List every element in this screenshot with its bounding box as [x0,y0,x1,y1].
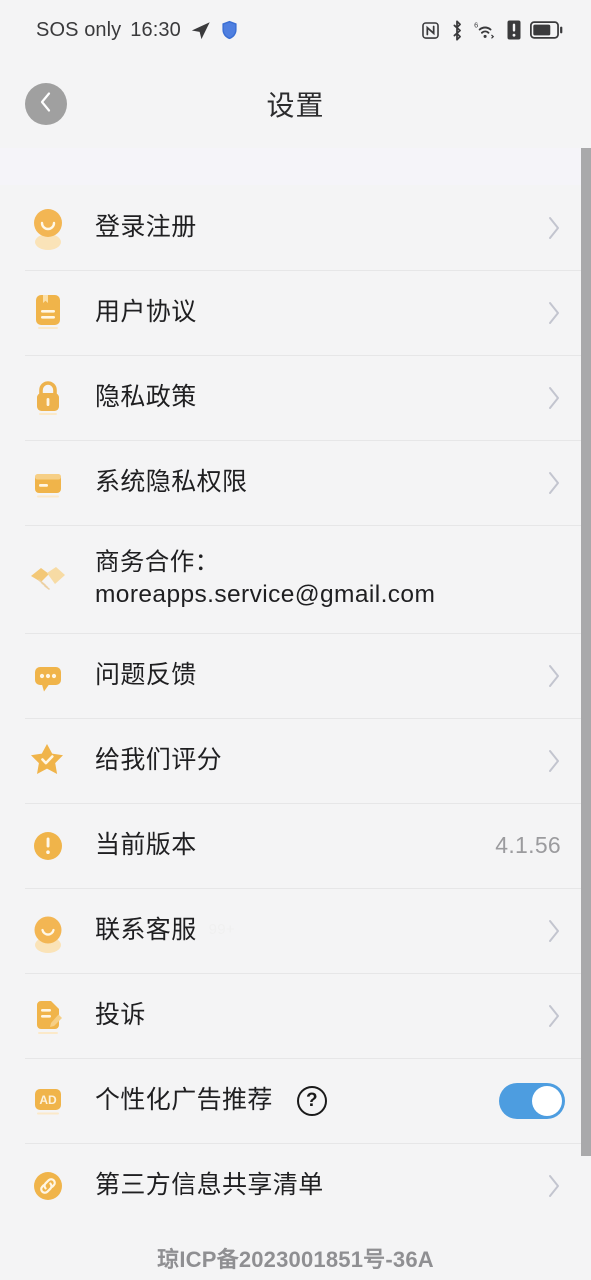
handshake-icon [25,556,71,602]
ad-icon: AD [25,1078,71,1124]
list-item-label: 第三方信息共享清单 [95,1171,324,1199]
page-title: 设置 [266,90,325,121]
battery-icon [530,21,563,39]
list-item-feedback[interactable]: 问题反馈 [0,633,591,718]
list-item-label: 商务合作：moreapps.service@gmail.com [95,548,436,608]
nfc-icon [421,21,440,40]
chat-bubble-icon [25,653,71,699]
list-item-label: 问题反馈 [95,661,197,689]
avatar-icon [25,205,71,251]
chevron-right-icon [543,1003,565,1029]
list-item-third-party-sharing[interactable]: 第三方信息共享清单 [0,1143,591,1228]
list-item-contact-support[interactable]: 联系客服 99+ [0,888,591,973]
list-item-label: 用户协议 [95,298,197,326]
chevron-right-icon [543,300,565,326]
list-item-label: 投诉 [95,1001,146,1029]
list-item-label: 系统隐私权限 [95,468,248,496]
document-book-icon [25,290,71,336]
chevron-right-icon [543,1173,565,1199]
carrier-label: SOS only [36,18,122,41]
list-item-text: 联系客服 [95,916,197,944]
chevron-right-icon [543,470,565,496]
svg-text:6: 6 [474,20,478,29]
list-item-system-privacy-permissions[interactable]: 系统隐私权限 [0,440,591,525]
list-item-complaint[interactable]: 投诉 [0,973,591,1058]
svg-text:AD: AD [39,1093,57,1107]
star-check-icon [25,738,71,784]
avatar-icon [25,908,71,954]
bluetooth-icon [449,19,465,41]
settings-screen: SOS only 16:30 6 设置 登录注册 用户协议 隐私政策 系统隐私权… [0,0,591,1280]
top-band [0,148,591,185]
list-item-login-register[interactable]: 登录注册 [0,185,591,270]
chevron-right-icon [543,918,565,944]
edit-document-icon [25,993,71,1039]
status-bar-left: SOS only 16:30 [36,19,238,42]
list-item-label: 当前版本 [95,831,197,859]
chevron-right-icon [543,748,565,774]
wifi-6-icon: 6 [474,20,498,40]
link-icon [25,1163,71,1209]
list-item-label: 给我们评分 [95,746,223,774]
card-icon [25,460,71,506]
list-item-business-cooperation[interactable]: 商务合作：moreapps.service@gmail.com [0,525,591,633]
page-header: 设置 [0,60,591,148]
list-item-current-version[interactable]: 当前版本 4.1.56 [0,803,591,888]
personalized-ads-toggle[interactable] [499,1082,565,1119]
chevron-right-icon [543,215,565,241]
chevron-right-icon [543,663,565,689]
list-item-label: 个性化广告推荐 [95,1086,273,1114]
help-icon[interactable]: ? [296,1085,327,1116]
unread-badge: 99+ [208,921,235,938]
sim-alert-icon [507,20,521,40]
chevron-left-icon [38,91,54,118]
list-item-rate-us[interactable]: 给我们评分 [0,718,591,803]
list-item-user-agreement[interactable]: 用户协议 [0,270,591,355]
list-item-label: 联系客服 99+ [95,914,543,947]
version-value: 4.1.56 [495,832,561,858]
status-bar-right: 6 [421,19,563,41]
list-item-label: 隐私政策 [95,383,197,411]
vertical-scrollbar[interactable] [581,148,591,1156]
shield-icon [221,20,238,40]
list-item-label: 登录注册 [95,213,197,241]
settings-list: 登录注册 用户协议 隐私政策 系统隐私权限 商务合作：moreapps.serv… [0,185,591,1228]
status-bar: SOS only 16:30 6 [0,0,591,60]
icp-license-footer: 琼ICP备2023001851号-36A [157,1247,434,1272]
chevron-right-icon [543,385,565,411]
back-button[interactable] [25,83,67,125]
clock-label: 16:30 [130,18,181,41]
list-item-privacy-policy[interactable]: 隐私政策 [0,355,591,440]
exclamation-circle-icon [25,823,71,869]
toggle-knob [532,1085,562,1116]
lock-icon [25,375,71,421]
list-item-personalized-ads[interactable]: AD 个性化广告推荐 ? [0,1058,591,1143]
send-icon [190,19,212,41]
